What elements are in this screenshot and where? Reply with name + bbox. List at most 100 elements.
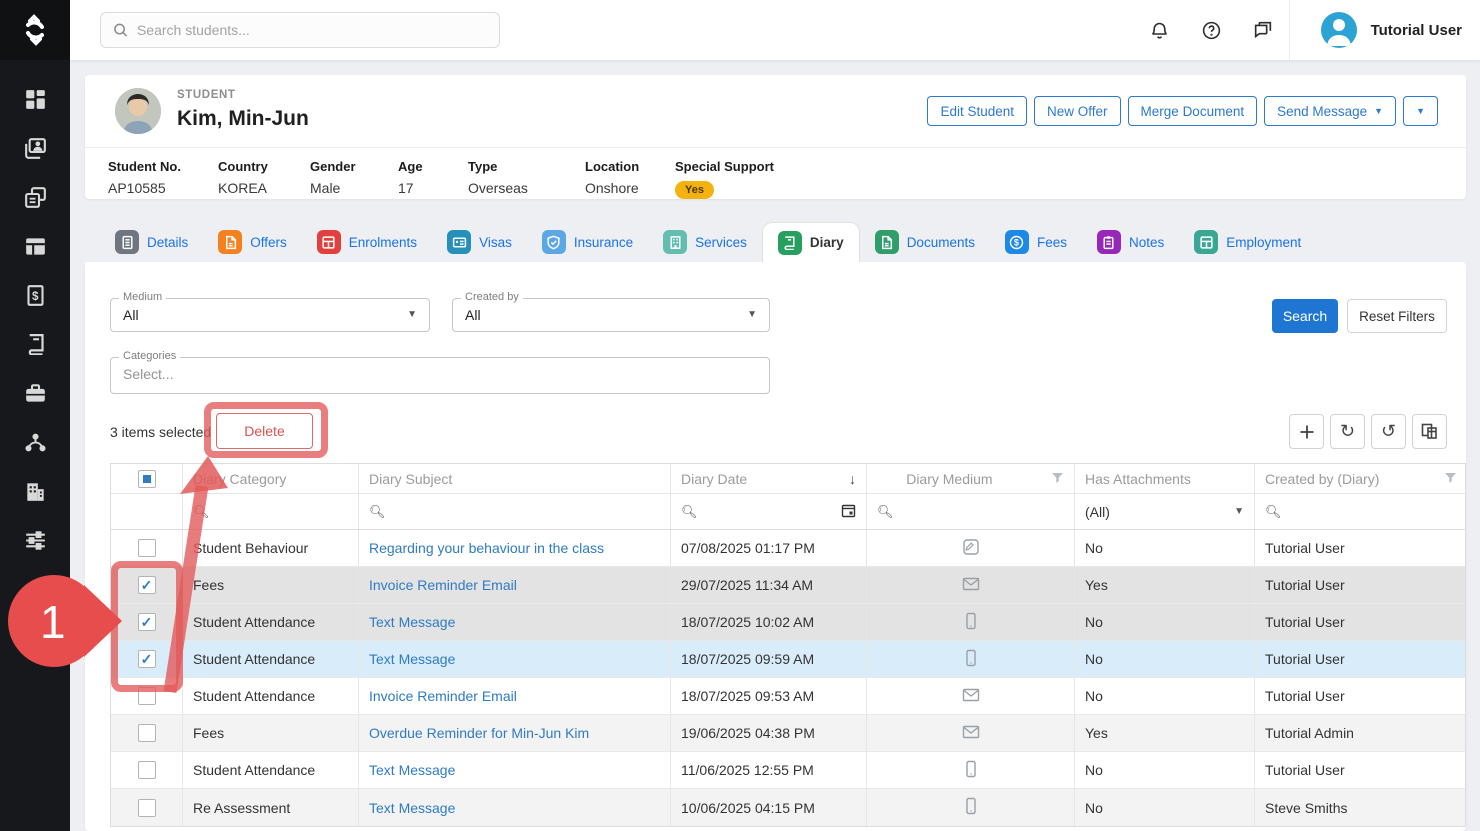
sidebar-book-icon[interactable] (18, 333, 52, 355)
send-message-button[interactable]: Send Message▼ (1264, 96, 1396, 126)
sidebar-briefcase-icon[interactable] (18, 382, 52, 404)
row-checkbox[interactable]: ✓ (138, 650, 156, 668)
student-search-box[interactable] (100, 12, 500, 48)
search-button[interactable]: Search (1272, 299, 1338, 333)
tab-documents[interactable]: Documents (860, 222, 990, 262)
tab-services[interactable]: Services (648, 222, 762, 262)
column-chooser-icon[interactable] (1412, 414, 1447, 449)
chevron-down-icon: ▼ (1374, 107, 1383, 116)
categories-filter-select[interactable]: Categories Select... (110, 357, 770, 394)
student-field-country: CountryKOREA (218, 159, 310, 199)
filter-funnel-icon[interactable] (1444, 471, 1457, 487)
add-row-icon[interactable] (1289, 414, 1324, 449)
sidebar-students-icon[interactable] (18, 137, 52, 159)
sidebar-settings-sliders-icon[interactable] (18, 529, 52, 551)
diary-subject-link[interactable]: Text Message (369, 614, 455, 630)
sidebar-pages-icon[interactable] (18, 186, 52, 208)
diary-subject-link[interactable]: Text Message (369, 800, 455, 816)
row-checkbox[interactable]: ✓ (138, 576, 156, 594)
sidebar-building-icon[interactable] (18, 480, 52, 502)
enrolments-tab-icon (317, 230, 341, 254)
cell-diary-date: 10/06/2025 04:15 PM (671, 789, 867, 826)
tab-notes[interactable]: Notes (1082, 222, 1179, 262)
select-all-checkbox[interactable] (138, 470, 156, 488)
reset-filters-button[interactable]: Reset Filters (1347, 299, 1447, 333)
tab-insurance[interactable]: Insurance (527, 222, 648, 262)
table-row[interactable]: ✓Student AttendanceText Message11/06/202… (111, 752, 1465, 789)
column-header-diary-date[interactable]: Diary Date↓ (671, 464, 867, 493)
filter-has-attachments[interactable]: (All)▼ (1075, 494, 1255, 529)
column-header-diary-medium[interactable]: Diary Medium (867, 464, 1075, 493)
chat-icon[interactable] (1251, 18, 1275, 42)
sidebar-invoice-icon[interactable]: $ (18, 284, 52, 306)
column-header-has-attachments[interactable]: Has Attachments (1075, 464, 1255, 493)
diary-subject-link[interactable]: Invoice Reminder Email (369, 577, 517, 593)
tab-fees[interactable]: $Fees (990, 222, 1082, 262)
cell-diary-subject: Regarding your behaviour in the class (359, 530, 671, 566)
diary-subject-link[interactable]: Overdue Reminder for Min-Jun Kim (369, 725, 589, 741)
search-icon (113, 22, 128, 38)
row-checkbox[interactable]: ✓ (138, 613, 156, 631)
cell-has-attachments: No (1075, 752, 1255, 788)
user-menu[interactable]: Tutorial User (1321, 0, 1462, 60)
edit-student-button[interactable]: Edit Student (927, 96, 1027, 126)
delete-button[interactable]: Delete (216, 413, 313, 449)
cell-diary-medium (867, 530, 1075, 566)
tab-visas[interactable]: Visas (432, 222, 527, 262)
table-row[interactable]: ✓Student AttendanceText Message18/07/202… (111, 641, 1465, 678)
row-checkbox[interactable]: ✓ (138, 539, 156, 557)
student-field-location: LocationOnshore (585, 159, 675, 199)
tab-employment[interactable]: Employment (1179, 222, 1316, 262)
column-header-created-by[interactable]: Created by (Diary) (1255, 464, 1467, 493)
diary-subject-link[interactable]: Text Message (369, 762, 455, 778)
insurance-tab-icon (542, 230, 566, 254)
created-by-filter-select[interactable]: Created by All ▼ (452, 298, 770, 332)
filter-diary-category[interactable]: 🔍︎ (183, 494, 359, 529)
diary-subject-link[interactable]: Text Message (369, 651, 455, 667)
column-header-diary-category[interactable]: Diary Category (183, 464, 359, 493)
sidebar-layout-icon[interactable] (18, 235, 52, 257)
app-logo-icon[interactable] (0, 0, 70, 60)
sidebar-network-icon[interactable] (18, 431, 52, 453)
sidebar-dashboard-icon[interactable] (18, 88, 52, 110)
help-icon[interactable] (1199, 18, 1223, 42)
search-input[interactable] (137, 22, 487, 38)
phone-icon (961, 648, 981, 671)
table-row[interactable]: ✓Student BehaviourRegarding your behavio… (111, 530, 1465, 567)
table-row[interactable]: ✓Re AssessmentText Message10/06/2025 04:… (111, 789, 1465, 826)
tab-offers[interactable]: Offers (203, 222, 302, 262)
student-field-special-support: Special SupportYes (675, 159, 795, 199)
table-row[interactable]: ✓Student AttendanceInvoice Reminder Emai… (111, 678, 1465, 715)
table-row[interactable]: ✓FeesOverdue Reminder for Min-Jun Kim19/… (111, 715, 1465, 752)
bell-icon[interactable] (1147, 18, 1171, 42)
row-checkbox[interactable]: ✓ (138, 724, 156, 742)
filter-diary-subject[interactable]: 🔍︎ (359, 494, 671, 529)
tab-diary[interactable]: Diary (762, 222, 860, 262)
filter-created-by[interactable]: 🔍︎ (1255, 494, 1467, 529)
diary-subject-link[interactable]: Regarding your behaviour in the class (369, 540, 604, 556)
tab-details[interactable]: Details (100, 222, 203, 262)
new-offer-button[interactable]: New Offer (1034, 96, 1121, 126)
phone-icon (961, 759, 981, 782)
refresh-icon[interactable]: ↻ (1330, 414, 1365, 449)
more-actions-button[interactable]: ▼ (1403, 96, 1438, 126)
calendar-icon[interactable] (841, 503, 856, 521)
merge-document-button[interactable]: Merge Document (1128, 96, 1258, 126)
cell-created-by: Tutorial User (1255, 752, 1467, 788)
cell-diary-category: Fees (183, 715, 359, 751)
medium-filter-select[interactable]: Medium All ▼ (110, 298, 430, 332)
diary-subject-link[interactable]: Invoice Reminder Email (369, 688, 517, 704)
table-row[interactable]: ✓Student AttendanceText Message18/07/202… (111, 604, 1465, 641)
cell-diary-subject: Text Message (359, 752, 671, 788)
cell-has-attachments: No (1075, 641, 1255, 677)
filter-diary-date[interactable]: 🔍︎ (671, 494, 867, 529)
table-row[interactable]: ✓FeesInvoice Reminder Email29/07/2025 11… (111, 567, 1465, 604)
row-checkbox[interactable]: ✓ (138, 761, 156, 779)
filter-funnel-icon[interactable] (1051, 471, 1064, 487)
row-checkbox[interactable]: ✓ (138, 687, 156, 705)
column-header-diary-subject[interactable]: Diary Subject (359, 464, 671, 493)
row-checkbox[interactable]: ✓ (138, 799, 156, 817)
filter-diary-medium[interactable]: 🔍︎ (867, 494, 1075, 529)
revert-icon[interactable]: ↺ (1371, 414, 1406, 449)
tab-enrolments[interactable]: Enrolments (302, 222, 432, 262)
